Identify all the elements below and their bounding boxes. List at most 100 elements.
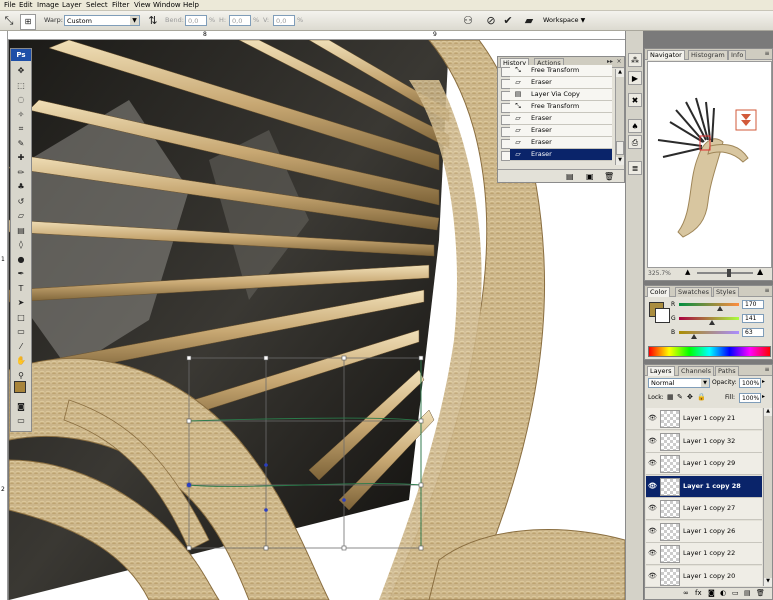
layer-mask-icon[interactable]: ◙ (708, 589, 715, 597)
lock-transparent-icon[interactable]: ▦ (667, 393, 674, 401)
layer-style-icon[interactable]: fx (695, 589, 702, 597)
new-snapshot-icon[interactable]: ▣ (586, 172, 594, 181)
menu-help[interactable]: Help (183, 1, 199, 9)
info-icon[interactable]: ✖ (628, 93, 642, 107)
foreground-color-swatch[interactable] (14, 381, 26, 393)
actions-icon[interactable]: ⎙ (628, 135, 642, 149)
panel-menu-icon[interactable]: ≡ (763, 50, 771, 58)
menu-image[interactable]: Image (37, 1, 59, 9)
scroll-up-icon[interactable]: ▲ (764, 408, 772, 416)
eraser-icon[interactable]: ▱ (14, 210, 28, 221)
mode-switch-icon[interactable]: ⚇ (461, 14, 475, 28)
opacity-arrow-icon[interactable]: ▸ (762, 378, 765, 385)
h-field[interactable]: 0,0 (229, 15, 251, 26)
warp-orientation-icon[interactable]: ⇅ (146, 14, 160, 28)
cancel-transform-icon[interactable]: ⊘ (484, 14, 498, 28)
lock-all-icon[interactable]: 🔒 (697, 393, 706, 401)
visibility-eye-icon[interactable]: 👁 (648, 527, 657, 535)
layer-row[interactable]: 👁 Layer 1 copy 27 (646, 498, 762, 520)
menu-select[interactable]: Select (86, 1, 108, 9)
color-ramp[interactable] (648, 346, 771, 357)
scroll-down-icon[interactable]: ▼ (764, 578, 772, 586)
fill-field[interactable]: 100% (739, 393, 761, 403)
history-item[interactable]: ▱ Eraser (510, 125, 612, 137)
tool-preset-icon[interactable]: ⤡ (2, 14, 16, 28)
lock-position-icon[interactable]: ✥ (687, 393, 693, 401)
zoom-out-icon[interactable]: ▲ (685, 268, 690, 276)
visibility-eye-icon[interactable]: 👁 (648, 414, 657, 422)
channel-r-slider[interactable] (679, 303, 739, 306)
warp-select[interactable]: Custom ▼ (64, 15, 140, 26)
move-icon[interactable]: ✥ (14, 65, 28, 76)
navigator-preview[interactable] (647, 61, 772, 268)
zoom-level[interactable]: 325.7% (648, 270, 671, 277)
adjustment-layer-icon[interactable]: ◐ (720, 589, 726, 597)
history-item[interactable]: ▱ Eraser (510, 77, 612, 89)
visibility-eye-icon[interactable]: 👁 (648, 572, 657, 580)
menu-layer[interactable]: Layer (62, 1, 82, 9)
history-item[interactable]: ⤡ Free Transform (510, 101, 612, 113)
visibility-eye-icon[interactable]: 👁 (648, 437, 657, 445)
screen-mode-icon[interactable]: ▭ (14, 415, 28, 426)
tab-paths[interactable]: Paths (715, 366, 739, 376)
shape-icon[interactable]: □ (14, 312, 28, 323)
brush-icon[interactable]: ✏ (14, 167, 28, 178)
opacity-field[interactable]: 100% (739, 378, 761, 388)
crop-icon[interactable]: ⌗ (14, 123, 28, 134)
workspace-button[interactable]: Workspace ▼ (543, 14, 585, 27)
gradient-icon[interactable]: ▤ (14, 225, 28, 236)
history-brush-icon[interactable]: ↺ (14, 196, 28, 207)
history-item[interactable]: ▱ Eraser (510, 149, 612, 161)
tab-color[interactable]: Color (647, 287, 670, 297)
visibility-eye-icon[interactable]: 👁 (648, 459, 657, 467)
visibility-eye-icon[interactable]: 👁 (648, 482, 657, 490)
clone-stamp-icon[interactable]: ♣ (14, 181, 28, 192)
lock-image-icon[interactable]: ✎ (677, 393, 683, 401)
fill-arrow-icon[interactable]: ▸ (762, 393, 765, 400)
hand-icon[interactable]: ✋ (14, 355, 28, 366)
channel-b-slider[interactable] (679, 331, 739, 334)
scroll-down-icon[interactable]: ▼ (616, 157, 624, 165)
tab-swatches[interactable]: Swatches (675, 287, 713, 297)
menu-filter[interactable]: Filter (112, 1, 129, 9)
eyedropper-icon[interactable]: ⁄ (14, 341, 28, 352)
type-icon[interactable]: T (14, 283, 28, 294)
scroll-up-icon[interactable]: ▲ (616, 69, 624, 77)
tab-navigator[interactable]: Navigator (647, 50, 685, 60)
healing-brush-icon[interactable]: ✚ (14, 152, 28, 163)
bend-field[interactable]: 0,0 (185, 15, 207, 26)
channel-b-knob[interactable] (691, 334, 697, 339)
history-item[interactable]: ▱ Eraser (510, 137, 612, 149)
layer-row[interactable]: 👁 Layer 1 copy 28 (646, 475, 762, 498)
tab-styles[interactable]: Styles (713, 287, 739, 297)
quick-mask-icon[interactable]: ◙ (14, 401, 28, 412)
close-icon[interactable]: × (615, 58, 623, 66)
visibility-eye-icon[interactable]: 👁 (648, 549, 657, 557)
marquee-icon[interactable]: ⬚ (14, 80, 28, 91)
channel-r-field[interactable]: 170 (742, 300, 764, 309)
tab-layers[interactable]: Layers (647, 366, 675, 376)
v-field[interactable]: 0,0 (273, 15, 295, 26)
dodge-icon[interactable]: ● (14, 254, 28, 265)
channel-r-knob[interactable] (717, 306, 723, 311)
channel-g-field[interactable]: 141 (742, 314, 764, 323)
zoom-icon[interactable]: ⚲ (14, 370, 28, 381)
blur-icon[interactable]: ◊ (14, 239, 28, 250)
pen-icon[interactable]: ✒ (14, 268, 28, 279)
commit-transform-icon[interactable]: ✔ (501, 14, 515, 28)
layers-scrollbar[interactable]: ▲ ▼ (763, 408, 772, 586)
zoom-in-icon[interactable]: ▲ (757, 267, 763, 276)
panel-menu-icon[interactable]: ≡ (763, 366, 771, 374)
new-document-icon[interactable]: ▤ (566, 172, 574, 181)
zoom-slider[interactable] (697, 269, 753, 277)
notes-icon[interactable]: ▭ (14, 326, 28, 337)
reference-point-icon[interactable]: ⊞ (20, 14, 36, 30)
path-selection-icon[interactable]: ➤ (14, 297, 28, 308)
trash-icon[interactable]: 🗑 (756, 589, 765, 597)
layer-row[interactable]: 👁 Layer 1 copy 29 (646, 453, 762, 475)
tab-channels[interactable]: Channels (678, 366, 715, 376)
layer-row[interactable]: 👁 Layer 1 copy 26 (646, 520, 762, 543)
file-browser-icon[interactable]: ▰ (522, 14, 536, 28)
blend-mode-select[interactable]: Normal ▼ (648, 378, 710, 388)
new-layer-icon[interactable]: ▤ (744, 589, 751, 597)
